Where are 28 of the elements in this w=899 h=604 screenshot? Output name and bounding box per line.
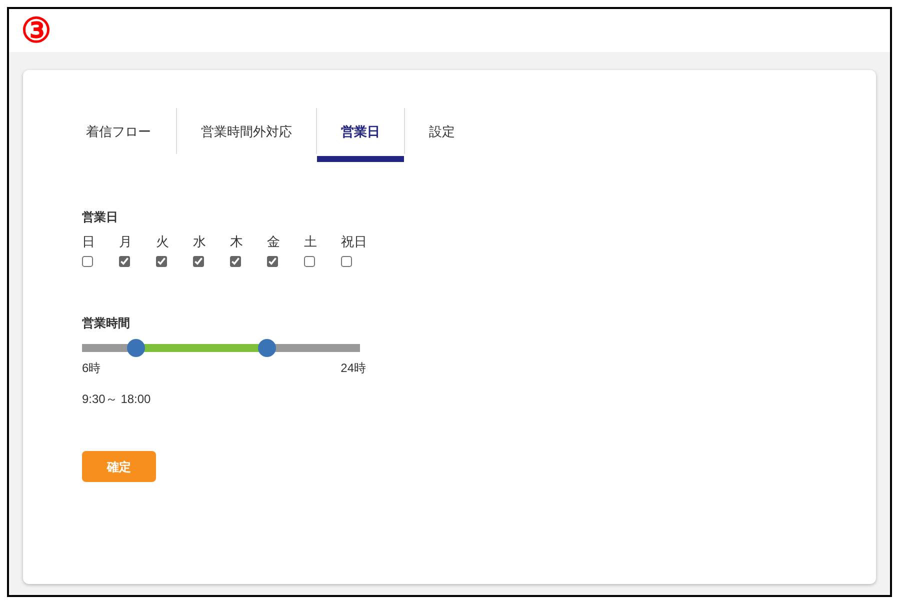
day-label: 木: [230, 234, 243, 250]
day-checkbox[interactable]: [82, 256, 93, 267]
day-label: 火: [156, 234, 169, 250]
section-title: 営業時間: [82, 315, 130, 332]
day-label: 土: [304, 234, 317, 250]
tab[interactable]: 着信フロー: [82, 108, 176, 162]
day-checkbox[interactable]: [193, 256, 204, 267]
day-checkbox[interactable]: [230, 256, 241, 267]
tab[interactable]: 営業日: [317, 108, 404, 162]
day-checkbox[interactable]: [304, 256, 315, 267]
slider-thumb[interactable]: [126, 339, 145, 357]
day-checkbox[interactable]: [267, 256, 278, 267]
day-label: 金: [267, 234, 280, 250]
section-title: 営業日: [82, 209, 118, 226]
slider-min-label: 6時: [82, 360, 101, 377]
day-checkbox[interactable]: [156, 256, 167, 267]
day-checkbox[interactable]: [119, 256, 130, 267]
day-checkbox[interactable]: [341, 256, 352, 267]
day-label: 祝日: [341, 234, 367, 250]
tab[interactable]: 営業時間外対応: [177, 108, 316, 162]
step-number: ③: [21, 13, 51, 49]
day-label: 水: [193, 234, 206, 250]
slider-thumb[interactable]: [258, 339, 276, 357]
hours-reading: 9:30～ 18:00: [82, 391, 151, 408]
day-label: 月: [119, 234, 132, 250]
tab[interactable]: 設定: [405, 108, 479, 162]
day-label: 日: [82, 234, 95, 250]
slider-max-label: 24時: [340, 360, 366, 377]
